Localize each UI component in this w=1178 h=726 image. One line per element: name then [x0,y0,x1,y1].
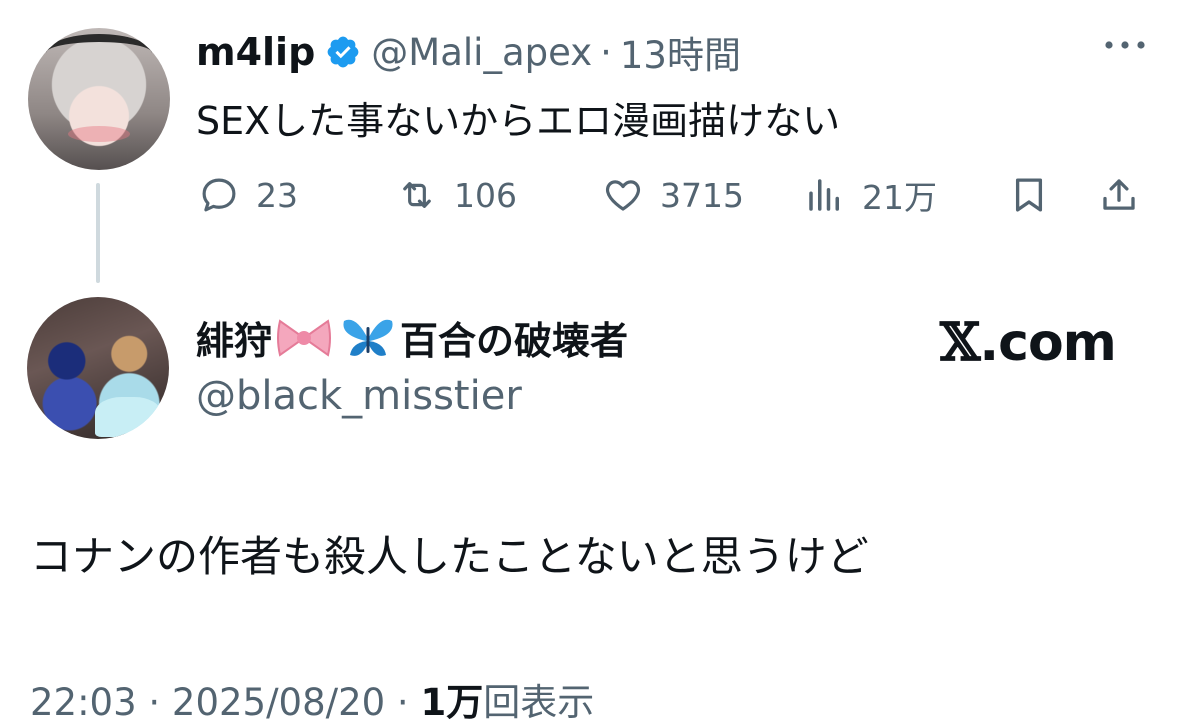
retweet-count: 106 [454,175,517,215]
reply-timestamp[interactable]: 22:03 · 2025/08/20 · [30,681,420,724]
avatar-black-misstier[interactable] [27,297,169,439]
ribbon-emoji [277,318,332,357]
tweet-text: SEXした事ないからエロ漫画描けない [196,99,841,143]
view-count: 21万 [862,178,937,217]
retweet-icon [403,182,431,208]
more-icon[interactable] [1100,30,1150,60]
verified-badge-icon [327,36,359,68]
like-icon [605,180,641,211]
reply-view-count: 1万 [420,681,484,724]
display-name-suffix: 百合の破壊者 [400,319,629,363]
reply-view-label: 回表示 [483,681,595,724]
thread-line [96,183,100,283]
retweet-button[interactable]: 106 [396,168,517,222]
share-icon [1103,179,1135,210]
share-button[interactable] [1098,168,1140,222]
tweet-meta: 22:03 · 2025/08/20 · 1万回表示 [30,672,594,726]
reply-text: コナンの作者も殺人したことないと思うけど [30,532,869,581]
tweet-header: m4lip @Mali_apex · 13時間 [196,22,741,82]
views-icon [809,179,839,211]
handle[interactable]: @Mali_apex [371,31,592,74]
bookmark-button[interactable] [1008,168,1050,222]
reply-count: 23 [256,175,298,215]
x-logo-text: .com [979,313,1116,373]
reply-handle[interactable]: @black_misstier [196,373,522,419]
bookmark-icon [1015,178,1043,212]
reply-icon [202,178,236,212]
display-name-prefix: 緋狩 [196,319,273,363]
reply-display-name[interactable]: 緋狩 百合の破壊者 [196,310,628,365]
like-button[interactable]: 3715 [602,168,744,222]
avatar-m4lip[interactable] [28,28,170,170]
display-name[interactable]: m4lip [196,30,315,74]
butterfly-emoji [343,319,393,356]
x-com-logo: 𝕏.com [940,312,1117,373]
views-button[interactable]: 21万 [804,168,937,222]
timestamp[interactable]: 13時間 [620,25,741,79]
reply-button[interactable]: 23 [198,168,298,222]
like-count: 3715 [660,175,744,215]
separator: · [600,30,612,74]
x-logo-mark: 𝕏 [940,312,980,373]
